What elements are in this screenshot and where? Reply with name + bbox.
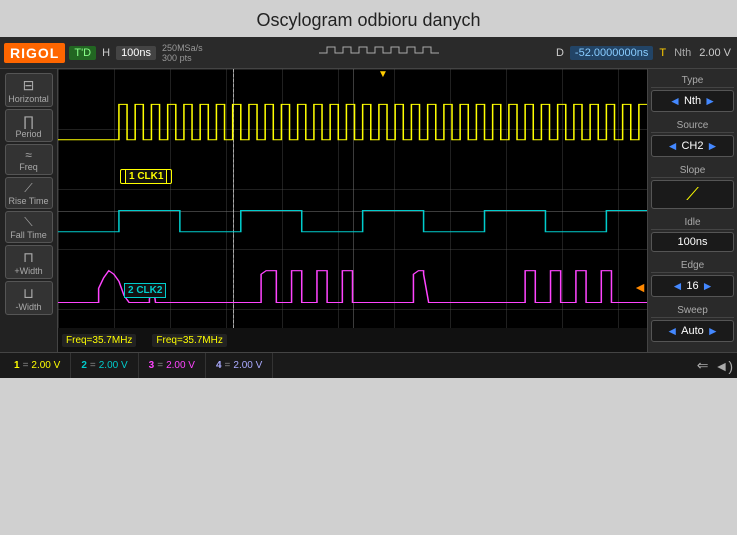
ch1-num: 1 (14, 360, 20, 371)
ch4-volt: 2.00 V (233, 360, 262, 371)
sidebar-item-plus-width[interactable]: ⊓ +Width (5, 245, 53, 279)
ch2-status[interactable]: 2 = 2.00 V (71, 353, 138, 378)
edge-value[interactable]: ◄ 16 ► (651, 275, 734, 297)
slope-label: Slope (651, 163, 734, 178)
sweep-text: Auto (681, 325, 704, 337)
idle-label: Idle (651, 215, 734, 230)
ch2-label: 2 CLK2 (120, 284, 170, 297)
sidebar-item-fall-time[interactable]: ⟍ Fall Time (5, 211, 53, 243)
ch3-num: 3 (149, 360, 155, 371)
slope-value[interactable]: ⟋ (651, 180, 734, 209)
rp-type-section: Type ◄ Nth ► (651, 73, 734, 114)
delay-label: D (554, 47, 566, 59)
freq-bar: Freq=35.7MHz Freq=35.7MHz (58, 328, 647, 352)
sidebar-item-minus-width[interactable]: ⊔ -Width (5, 281, 53, 315)
ch2-sep: = (90, 360, 96, 371)
ch2-volt: 2.00 V (99, 360, 128, 371)
grid-center-h (58, 211, 647, 212)
ch3-sep: = (157, 360, 163, 371)
rp-edge-section: Edge ◄ 16 ► (651, 258, 734, 299)
type-text: Nth (684, 95, 701, 107)
ch2-num: 2 (81, 360, 87, 371)
idle-value[interactable]: 100ns (651, 232, 734, 252)
freq1: Freq=35.7MHz (62, 334, 136, 347)
sample-rate: 250MSa/s300 pts (160, 43, 205, 63)
sidebar-item-horizontal[interactable]: ⊟ Horizontal (5, 73, 53, 107)
top-bar: RIGOL T'D H 100ns 250MSa/s300 pts D -52.… (0, 37, 737, 69)
time-value[interactable]: 100ns (116, 46, 156, 60)
osc-screen: ▼ ◄ 1 CLK1 2 CLK2 o DATA (58, 69, 647, 352)
rp-source-section: Source ◄ CH2 ► (651, 118, 734, 159)
trigger-top-marker: ▼ (378, 69, 388, 80)
ch4-status[interactable]: 4 = 2.00 V (206, 353, 273, 378)
type-right-arrow[interactable]: ► (704, 94, 716, 108)
sweep-value[interactable]: ◄ Auto ► (651, 320, 734, 342)
source-right-arrow[interactable]: ► (707, 139, 719, 153)
bottom-bar: 1 = 2.00 V 2 = 2.00 V 3 = 2.00 V 4 = 2.0… (0, 352, 737, 378)
usb-icon: ⇐ (697, 357, 709, 374)
source-left-arrow[interactable]: ◄ (667, 139, 679, 153)
type-value[interactable]: ◄ Nth ► (651, 90, 734, 112)
bottom-right: ⇐ ◄) (697, 357, 733, 374)
sweep-left-arrow[interactable]: ◄ (666, 324, 678, 338)
rp-sweep-section: Sweep ◄ Auto ► (651, 303, 734, 344)
ch1-sep: = (23, 360, 29, 371)
idle-text: 100ns (678, 236, 708, 248)
mode-badge: T'D (69, 46, 96, 60)
sweep-right-arrow[interactable]: ► (707, 324, 719, 338)
ch4-sep: = (225, 360, 231, 371)
source-value[interactable]: ◄ CH2 ► (651, 135, 734, 157)
rp-idle-section: Idle 100ns (651, 215, 734, 254)
ch1-label: 1 CLK1 (120, 169, 172, 184)
ch1-status[interactable]: 1 = 2.00 V (4, 353, 71, 378)
freq2: Freq=35.7MHz (152, 334, 226, 347)
sidebar-item-rise-time[interactable]: ⟋ Rise Time (5, 177, 53, 209)
slope-icon: ⟋ (686, 184, 699, 205)
edge-left-arrow[interactable]: ◄ (671, 279, 683, 293)
edge-text: 16 (686, 280, 698, 292)
trigger-volt: 2.00 V (697, 47, 733, 59)
ch3-status[interactable]: 3 = 2.00 V (139, 353, 206, 378)
sidebar-item-freq[interactable]: ≈ Freq (5, 144, 53, 175)
trigger-nth: Nth (672, 47, 693, 59)
ch3-volt: 2.00 V (166, 360, 195, 371)
type-label: Type (651, 73, 734, 88)
rp-slope-section: Slope ⟋ (651, 163, 734, 211)
ch1-volt: 2.00 V (31, 360, 60, 371)
waveform-indicator (209, 43, 550, 63)
source-label: Source (651, 118, 734, 133)
sidebar-item-period[interactable]: ∏ Period (5, 109, 53, 142)
edge-label: Edge (651, 258, 734, 273)
main-area: ⊟ Horizontal ∏ Period ≈ Freq ⟋ Rise Time… (0, 69, 737, 352)
oscilloscope-container: RIGOL T'D H 100ns 250MSa/s300 pts D -52.… (0, 37, 737, 378)
trigger-right-marker: ◄ (633, 279, 647, 295)
type-left-arrow[interactable]: ◄ (669, 94, 681, 108)
cursor-vertical (233, 69, 234, 328)
sound-icon: ◄) (714, 358, 733, 374)
edge-right-arrow[interactable]: ► (702, 279, 714, 293)
trigger-label: T (657, 47, 668, 59)
delay-value[interactable]: -52.0000000ns (570, 46, 653, 60)
sweep-label: Sweep (651, 303, 734, 318)
right-panel: Type ◄ Nth ► Source ◄ CH2 ► Slope ⟋ (647, 69, 737, 352)
grid-center-v (353, 69, 354, 328)
time-label: H (100, 47, 112, 59)
ch4-num: 4 (216, 360, 222, 371)
rigol-logo: RIGOL (4, 43, 65, 63)
left-sidebar: ⊟ Horizontal ∏ Period ≈ Freq ⟋ Rise Time… (0, 69, 58, 352)
page-title: Oscylogram odbioru danych (0, 0, 737, 37)
source-text: CH2 (681, 140, 703, 152)
